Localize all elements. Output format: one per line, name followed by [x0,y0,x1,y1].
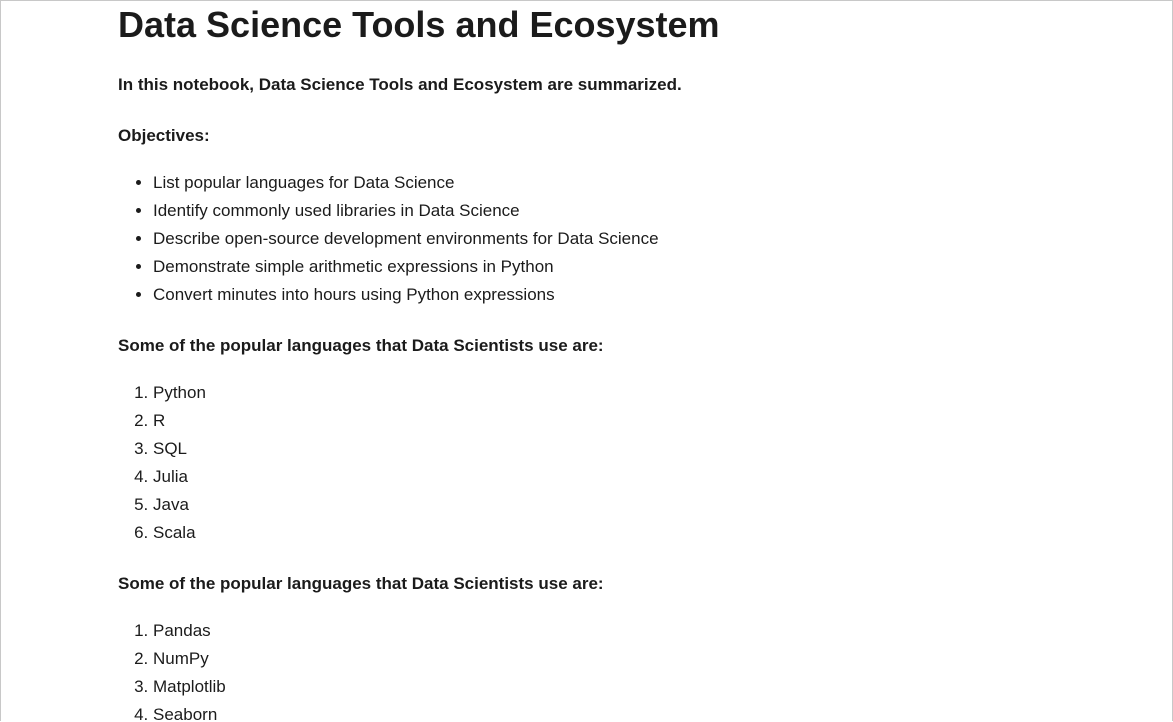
objectives-list: List popular languages for Data Science … [118,169,1098,309]
page-title: Data Science Tools and Ecosystem [118,4,720,45]
languages-heading: Some of the popular languages that Data … [118,336,604,355]
list-item: SQL [153,435,1098,463]
markdown-cell: Data Science Tools and Ecosystem In this… [118,1,1098,721]
list-item: Java [153,491,1098,519]
list-item: List popular languages for Data Science [153,169,1098,197]
list-item: Convert minutes into hours using Python … [153,281,1098,309]
list-item: Demonstrate simple arithmetic expression… [153,253,1098,281]
list-item: Seaborn [153,701,1098,721]
list-item: Pandas [153,617,1098,645]
list-item: R [153,407,1098,435]
objectives-heading: Objectives: [118,126,210,145]
libraries-heading: Some of the popular languages that Data … [118,574,604,593]
list-item: Identify commonly used libraries in Data… [153,197,1098,225]
libraries-list: Pandas NumPy Matplotlib Seaborn [118,617,1098,721]
list-item: Matplotlib [153,673,1098,701]
list-item: Julia [153,463,1098,491]
list-item: Describe open-source development environ… [153,225,1098,253]
list-item: NumPy [153,645,1098,673]
languages-list: Python R SQL Julia Java Scala [118,379,1098,547]
intro-text: In this notebook, Data Science Tools and… [118,75,682,94]
notebook-output-frame: Data Science Tools and Ecosystem In this… [0,0,1173,721]
list-item: Scala [153,519,1098,547]
list-item: Python [153,379,1098,407]
